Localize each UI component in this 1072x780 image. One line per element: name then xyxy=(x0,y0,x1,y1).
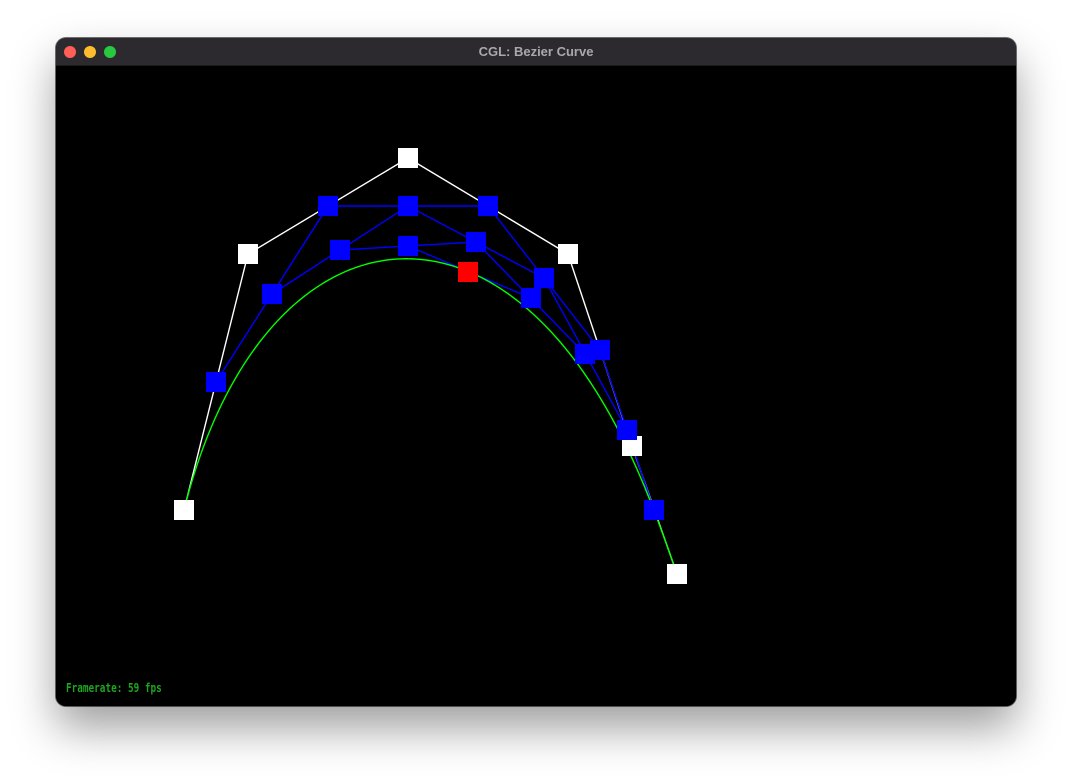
intermediate-point xyxy=(466,232,486,252)
evaluated-point-layer xyxy=(458,262,478,282)
intermediate-point xyxy=(398,236,418,256)
intermediate-point xyxy=(575,344,595,364)
intermediate-point xyxy=(478,196,498,216)
window-title: CGL: Bezier Curve xyxy=(478,44,594,59)
intermediate-point xyxy=(330,240,350,260)
title-bar[interactable]: CGL: Bezier Curve xyxy=(56,38,1016,66)
intermediate-point xyxy=(644,500,664,520)
control-point[interactable] xyxy=(398,148,418,168)
intermediate-point xyxy=(398,196,418,216)
framerate-label: Framerate: 59 fps xyxy=(66,681,162,695)
intermediate-point xyxy=(206,372,226,392)
control-point[interactable] xyxy=(174,500,194,520)
app-window: CGL: Bezier Curve Framerate: 59 fps xyxy=(56,38,1016,706)
control-point[interactable] xyxy=(238,244,258,264)
intermediate-point xyxy=(262,284,282,304)
evaluated-point xyxy=(458,262,478,282)
intermediate-point xyxy=(318,196,338,216)
intermediate-point xyxy=(617,420,637,440)
control-point[interactable] xyxy=(558,244,578,264)
intermediate-point xyxy=(534,268,554,288)
control-point[interactable] xyxy=(667,564,687,584)
bezier-canvas[interactable] xyxy=(56,66,1016,706)
intermediate-point xyxy=(521,288,541,308)
